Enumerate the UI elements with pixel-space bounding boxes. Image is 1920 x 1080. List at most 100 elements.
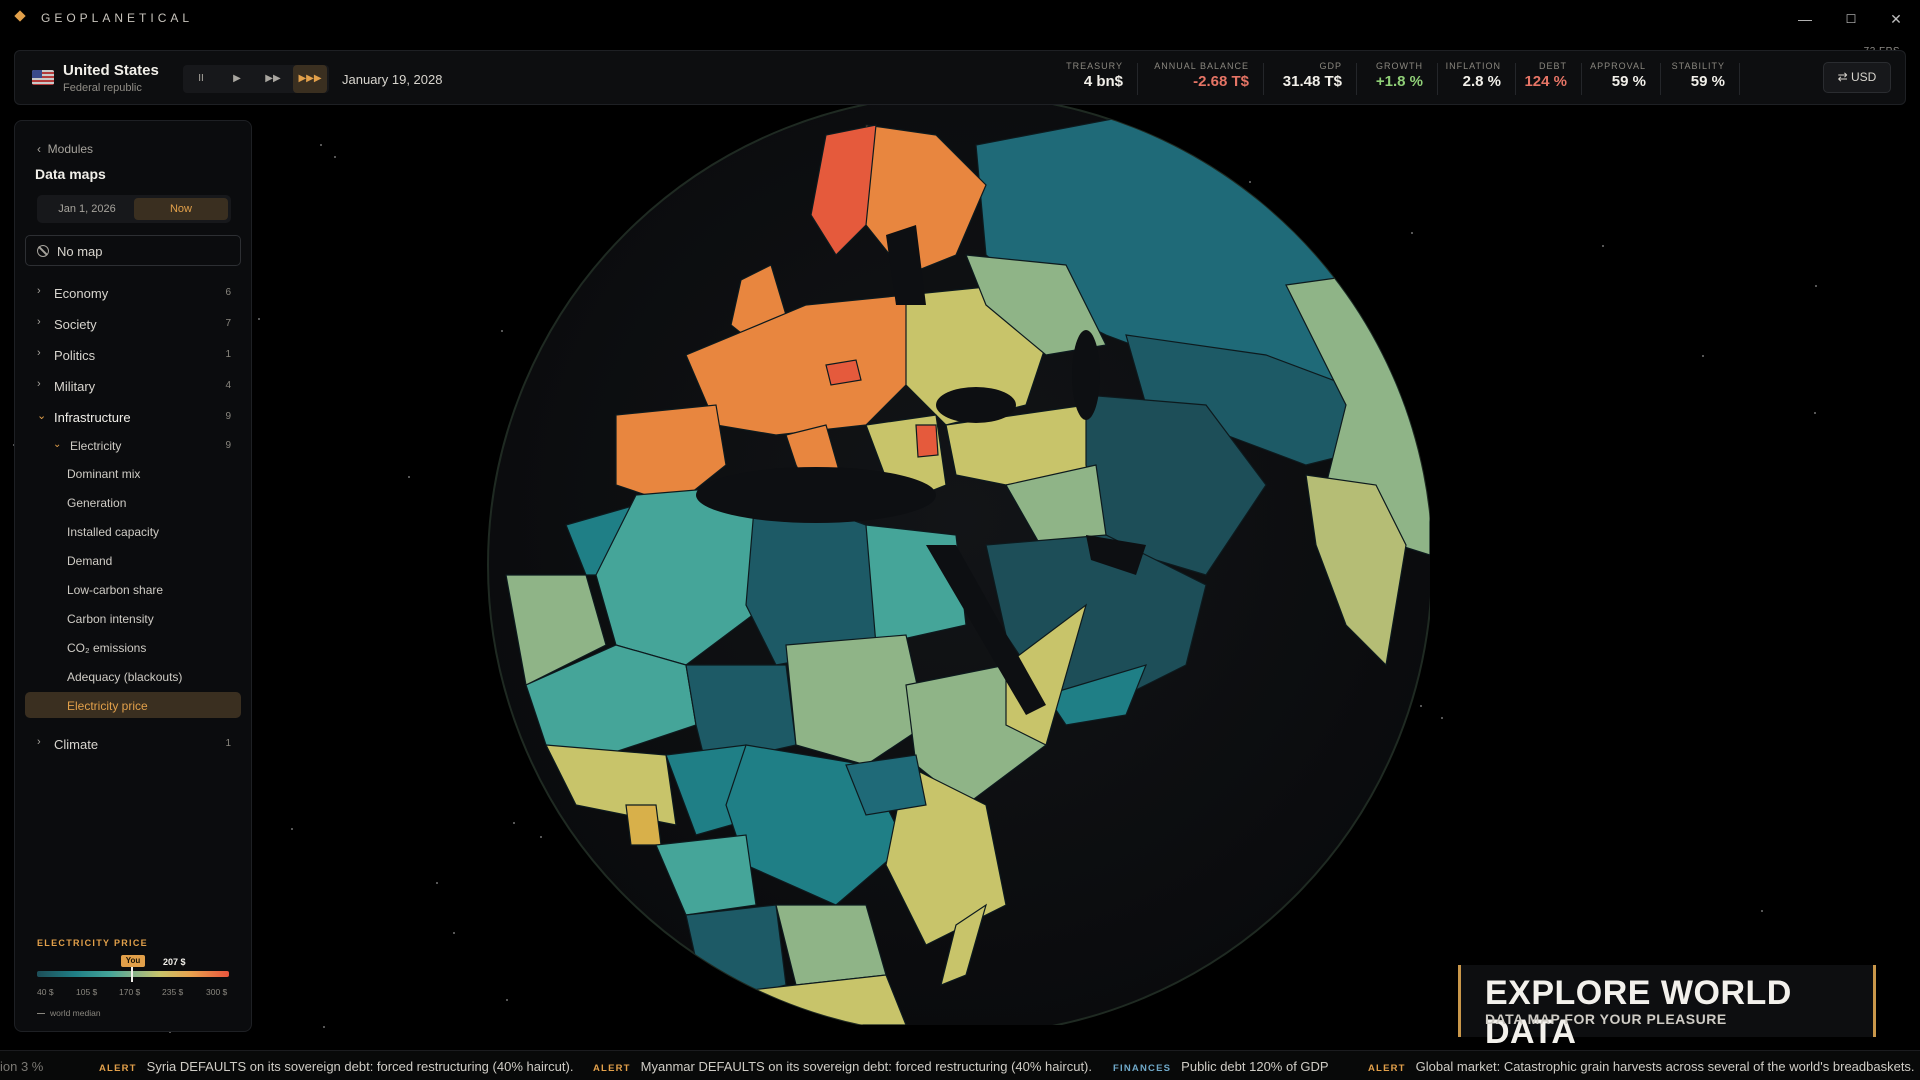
map-item-label: Dominant mix xyxy=(67,467,141,481)
star xyxy=(320,144,322,146)
ticker-item[interactable]: ALERT Syria DEFAULTS on its sovereign deb… xyxy=(99,1059,573,1074)
back-label: Modules xyxy=(47,142,94,156)
region-serbia[interactable] xyxy=(915,424,939,458)
stat-label: STABILITY xyxy=(1671,61,1725,71)
top-bar: United States Federal republic II ▶ ▶▶ ▶… xyxy=(14,50,1906,105)
stat-value: 4 bn$ xyxy=(1083,73,1123,90)
ticker-item[interactable]: FINANCES Public debt 120% of GDP xyxy=(1113,1059,1329,1074)
play-button[interactable]: ▶ xyxy=(221,65,253,93)
divider xyxy=(1739,63,1740,95)
star xyxy=(436,882,438,884)
stat-label: DEBT xyxy=(1538,61,1567,71)
divider xyxy=(1515,63,1516,95)
map-item-carbon-intensity[interactable]: Carbon intensity xyxy=(25,605,241,631)
window-titlebar: GEOPLANETICAL — ☐ ✕ xyxy=(0,0,1920,36)
country-name[interactable]: United States xyxy=(63,62,159,79)
region-czechia[interactable] xyxy=(825,359,862,386)
fastest-button[interactable]: ▶▶▶ xyxy=(293,65,327,93)
news-ticker: ion 3 % ALERT Syria DEFAULTS on its sover… xyxy=(0,1050,1920,1080)
map-item-generation[interactable]: Generation xyxy=(25,489,241,515)
no-map-label: No map xyxy=(57,244,103,259)
close-button[interactable]: ✕ xyxy=(1884,8,1908,30)
stat-value: 124 % xyxy=(1524,73,1567,90)
government-type: Federal republic xyxy=(63,82,142,94)
legend-tick: 235 $ xyxy=(162,987,184,997)
stat-gdp[interactable]: GDP 31.48 T$ xyxy=(1283,61,1342,90)
stat-annual-balance[interactable]: ANNUAL BALANCE -2.68 T$ xyxy=(1154,61,1249,90)
ticker-text: ion 3 % xyxy=(0,1059,44,1074)
chevron-down-icon: ⌄ xyxy=(37,410,47,422)
chevron-right-icon: › xyxy=(37,347,41,359)
mediterranean-sea xyxy=(696,467,936,523)
region-zambia[interactable] xyxy=(775,904,887,986)
ticker-text: Global market: Catastrophic grain harves… xyxy=(1415,1059,1915,1074)
map-item-adequacy[interactable]: Adequacy (blackouts) xyxy=(25,663,241,689)
world-globe[interactable] xyxy=(486,94,1433,1036)
ticker-text: Myanmar DEFAULTS on its sovereign debt: … xyxy=(640,1059,1093,1074)
stat-value: +1.8 % xyxy=(1375,73,1423,90)
globe-map[interactable] xyxy=(486,94,1433,1036)
ticker-item[interactable]: ion 3 % xyxy=(0,1059,43,1074)
chevron-right-icon: › xyxy=(37,736,41,748)
stat-inflation[interactable]: INFLATION 2.8 % xyxy=(1446,61,1501,90)
map-item-demand[interactable]: Demand xyxy=(25,547,241,573)
date-toggle-now[interactable]: Now xyxy=(134,198,228,220)
ban-icon xyxy=(37,245,49,257)
ticker-item[interactable]: ALERT Global market: Catastrophic grain h… xyxy=(1368,1059,1915,1074)
stat-label: ANNUAL BALANCE xyxy=(1154,61,1249,71)
stat-stability[interactable]: STABILITY 59 % xyxy=(1672,61,1725,90)
speed-controls: II ▶ ▶▶ ▶▶▶ xyxy=(183,65,329,93)
stat-value: 31.48 T$ xyxy=(1282,73,1342,90)
map-item-electricity-price[interactable]: Electricity price xyxy=(25,692,241,718)
map-item-installed-capacity[interactable]: Installed capacity xyxy=(25,518,241,544)
map-item-low-carbon-share[interactable]: Low-carbon share xyxy=(25,576,241,602)
category-label: Infrastructure xyxy=(54,410,131,425)
stat-label: GDP xyxy=(1319,61,1342,71)
category-infrastructure[interactable]: ⌄ Infrastructure 9 xyxy=(15,405,251,429)
category-society[interactable]: › Society 7 xyxy=(15,312,251,336)
fast-forward-button[interactable]: ▶▶ xyxy=(257,65,289,93)
star xyxy=(1702,355,1704,357)
category-label: Society xyxy=(54,317,97,332)
maximize-button[interactable]: ☐ xyxy=(1839,8,1863,30)
map-item-dominant-mix[interactable]: Dominant mix xyxy=(25,460,241,486)
legend-tick: 105 $ xyxy=(76,987,98,997)
stat-label: INFLATION xyxy=(1445,61,1501,71)
data-maps-panel: ‹ Modules Data maps Jan 1, 2026 Now No m… xyxy=(14,120,252,1032)
pause-button[interactable]: II xyxy=(185,65,217,93)
map-item-co2-emissions[interactable]: CO₂ emissions xyxy=(25,634,241,660)
category-military[interactable]: › Military 4 xyxy=(15,374,251,398)
us-flag-icon xyxy=(32,70,54,85)
no-map-button[interactable]: No map xyxy=(25,235,241,266)
divider xyxy=(1137,63,1138,95)
star xyxy=(1761,910,1763,912)
stat-value: 59 % xyxy=(1690,73,1725,90)
stat-approval[interactable]: APPROVAL 59 % xyxy=(1590,61,1646,90)
game-date: January 19, 2028 xyxy=(342,72,443,87)
stat-value: 2.8 % xyxy=(1462,73,1501,90)
category-economy[interactable]: › Economy 6 xyxy=(15,281,251,305)
category-count: 9 xyxy=(225,411,231,422)
date-toggle-start[interactable]: Jan 1, 2026 xyxy=(40,198,134,220)
currency-switch-button[interactable]: ⇄ USD xyxy=(1823,62,1891,93)
region-ghana[interactable] xyxy=(625,804,662,846)
back-to-modules-link[interactable]: ‹ Modules xyxy=(37,142,93,156)
star xyxy=(408,476,410,478)
chevron-right-icon: › xyxy=(37,285,41,297)
subcategory-label: Electricity xyxy=(70,439,122,453)
category-label: Military xyxy=(54,379,96,394)
star xyxy=(1602,245,1604,247)
minimize-button[interactable]: — xyxy=(1793,8,1817,30)
stat-growth[interactable]: GROWTH +1.8 % xyxy=(1376,61,1423,90)
stat-debt[interactable]: DEBT 124 % xyxy=(1524,61,1567,90)
divider xyxy=(1263,63,1264,95)
category-climate[interactable]: › Climate 1 xyxy=(15,732,251,756)
subcategory-electricity[interactable]: ⌄ Electricity 9 xyxy=(15,435,251,457)
panel-title: Data maps xyxy=(35,166,106,182)
stat-treasury[interactable]: TREASURY 4 bn$ xyxy=(1066,61,1123,90)
category-count: 6 xyxy=(225,287,231,298)
ticker-item[interactable]: ALERT Myanmar DEFAULTS on its sovereign d… xyxy=(593,1059,1092,1074)
category-politics[interactable]: › Politics 1 xyxy=(15,343,251,367)
star xyxy=(1815,285,1817,287)
chevron-left-icon: ‹ xyxy=(37,142,41,156)
